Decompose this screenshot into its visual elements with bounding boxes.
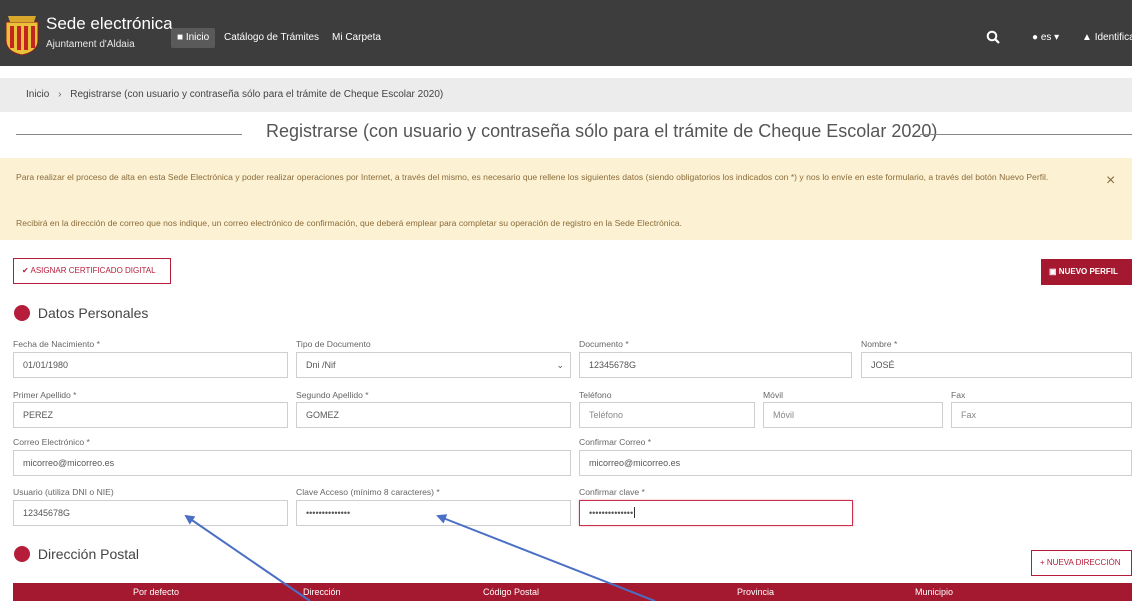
alert-paragraph-1: Para realizar el proceso de alta en esta… xyxy=(16,172,1049,182)
title-divider-right xyxy=(920,134,1132,135)
top-navbar: Sede electrónica Ajuntament d'Aldaia ■ I… xyxy=(0,0,1132,66)
surname2-input[interactable]: GOMEZ xyxy=(296,402,571,428)
nav-catalogo[interactable]: Catálogo de Trámites xyxy=(224,28,319,48)
email-confirm-input[interactable]: micorreo@micorreo.es xyxy=(579,450,1132,476)
doc-type-label: Tipo de Documento xyxy=(296,339,371,349)
plus-icon: + xyxy=(1040,558,1045,567)
surname1-input[interactable]: PEREZ xyxy=(13,402,288,428)
language-label: es xyxy=(1040,32,1052,43)
breadcrumb-current: Registrarse (con usuario y contraseña só… xyxy=(70,89,444,100)
password-confirm-value: •••••••••••••• xyxy=(589,508,634,518)
doc-type-select[interactable]: Dni /Nif ⌄ xyxy=(296,352,571,378)
phone-input[interactable]: Teléfono xyxy=(579,402,755,428)
login-label: Identifica xyxy=(1094,32,1132,43)
new-address-label: NUEVA DIRECCIÓN xyxy=(1046,558,1121,567)
search-icon[interactable] xyxy=(986,30,1000,44)
user-circle-icon xyxy=(14,305,30,321)
site-title: Sede electrónica xyxy=(46,14,173,33)
nav-mi-carpeta[interactable]: Mi Carpeta xyxy=(332,28,381,48)
mobile-input[interactable]: Móvil xyxy=(763,402,943,428)
fax-placeholder: Fax xyxy=(961,410,977,420)
map-marker-icon xyxy=(14,546,30,562)
new-profile-button[interactable]: ▣ NUEVO PERFIL xyxy=(1041,259,1132,285)
surname2-label: Segundo Apellido * xyxy=(296,390,369,400)
col-default[interactable]: Por defecto xyxy=(133,583,179,601)
phone-placeholder: Teléfono xyxy=(589,410,624,420)
info-alert: Para realizar el proceso de alta en esta… xyxy=(0,158,1132,240)
close-icon[interactable]: × xyxy=(1106,172,1115,190)
mobile-label: Móvil xyxy=(763,390,784,400)
breadcrumb-separator-icon: › xyxy=(58,89,62,100)
chevron-down-icon: ⌄ xyxy=(556,360,564,370)
assign-certificate-button[interactable]: ✔ ASIGNAR CERTIFICADO DIGITAL xyxy=(13,258,171,284)
coat-of-arms-icon xyxy=(5,16,39,56)
globe-icon: ● xyxy=(1032,32,1039,43)
site-subtitle: Ajuntament d'Aldaia xyxy=(46,39,135,50)
name-label: Nombre * xyxy=(861,339,898,349)
section-address-title: Dirección Postal xyxy=(37,546,140,562)
section-personal-title: Datos Personales xyxy=(37,305,149,321)
col-address[interactable]: Dirección xyxy=(303,583,341,601)
fax-label: Fax xyxy=(951,390,966,400)
email-label: Correo Electrónico * xyxy=(13,437,90,447)
home-icon: ■ xyxy=(177,32,184,43)
brand[interactable]: Sede electrónica Ajuntament d'Aldaia xyxy=(4,8,184,58)
document-input[interactable]: 12345678G xyxy=(579,352,852,378)
caret-down-icon: ▾ xyxy=(1054,32,1060,43)
title-divider-left xyxy=(16,134,242,135)
email-input[interactable]: micorreo@micorreo.es xyxy=(13,450,571,476)
username-label: Usuario (utiliza DNI o NIE) xyxy=(13,487,114,497)
section-personal-data: Datos Personales xyxy=(14,302,148,324)
text-cursor xyxy=(634,507,636,518)
doc-type-value: Dni /Nif xyxy=(306,360,336,370)
phone-label: Teléfono xyxy=(579,390,612,400)
check-icon: ✔ xyxy=(22,266,29,275)
breadcrumb: Inicio › Registrarse (con usuario y cont… xyxy=(0,78,1132,112)
password-confirm-input[interactable]: •••••••••••••• xyxy=(579,500,853,526)
page-title: Registrarse (con usuario y contraseña só… xyxy=(260,121,944,142)
language-dropdown[interactable]: ● es ▾ xyxy=(1032,28,1059,48)
login-link[interactable]: ▲ Identifica xyxy=(1082,28,1132,48)
nav-inicio[interactable]: ■ Inicio xyxy=(171,28,216,48)
new-profile-label: NUEVO PERFIL xyxy=(1058,267,1118,276)
email-confirm-label: Confirmar Correo * xyxy=(579,437,652,447)
birth-date-label: Fecha de Nacimiento * xyxy=(13,339,100,349)
surname1-label: Primer Apellido * xyxy=(13,390,77,400)
save-icon: ▣ xyxy=(1049,267,1057,276)
password-input[interactable]: •••••••••••••• xyxy=(296,500,571,526)
mobile-placeholder: Móvil xyxy=(773,410,795,420)
name-input[interactable]: JOSÉ xyxy=(861,352,1132,378)
new-address-button[interactable]: + NUEVA DIRECCIÓN xyxy=(1031,550,1132,576)
password-confirm-label: Confirmar clave * xyxy=(579,487,645,497)
username-input[interactable]: 12345678G xyxy=(13,500,288,526)
document-label: Documento * xyxy=(579,339,629,349)
col-province[interactable]: Provincia xyxy=(737,583,774,601)
col-postal-code[interactable]: Código Postal xyxy=(483,583,539,601)
assign-certificate-label: ASIGNAR CERTIFICADO DIGITAL xyxy=(30,266,156,275)
nav-inicio-label: Inicio xyxy=(185,32,210,43)
password-label: Clave Acceso (mínimo 8 caracteres) * xyxy=(296,487,440,497)
col-municipality[interactable]: Municipio xyxy=(915,583,953,601)
breadcrumb-home[interactable]: Inicio xyxy=(26,89,49,100)
fax-input[interactable]: Fax xyxy=(951,402,1132,428)
user-icon: ▲ xyxy=(1082,32,1092,43)
birth-date-input[interactable]: 01/01/1980 xyxy=(13,352,288,378)
section-postal-address: Dirección Postal xyxy=(14,543,139,565)
alert-paragraph-2: Recibirá en la dirección de correo que n… xyxy=(16,218,682,228)
address-table-header: Por defecto Dirección Código Postal Prov… xyxy=(13,583,1132,601)
page-title-wrap: Registrarse (con usuario y contraseña só… xyxy=(16,121,1132,147)
